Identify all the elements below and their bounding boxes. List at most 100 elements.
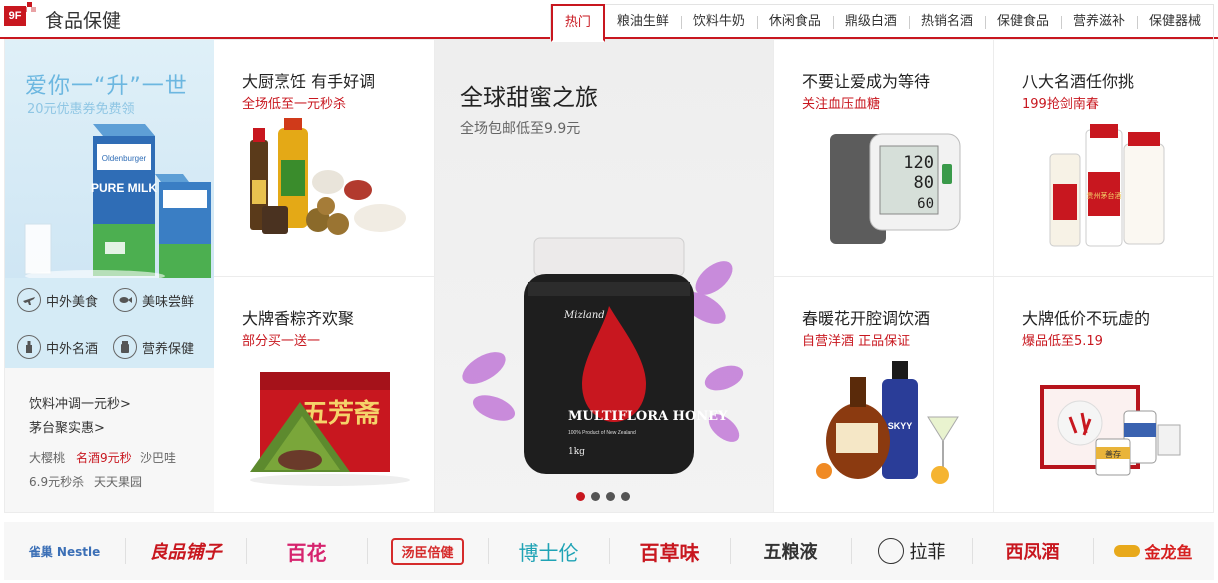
brand-logo-text: 金龙鱼 [1144,543,1193,562]
carousel-dot[interactable] [576,492,585,501]
floor-decoration-icon [22,2,36,16]
brand-by-health[interactable]: 汤臣倍健 [367,522,488,580]
baijiu-bottles-image: 贵州茅台酒 [1049,124,1165,247]
banner-title: 爱你一“升”一世 [25,74,188,99]
sidebar-link-foreign-food[interactable]: 中外美食 [17,288,98,312]
zongzi-gift-box-image: 五芳斋 [250,372,410,486]
cooking-products-image [250,118,406,235]
honey-brand-text: Mizland [563,310,605,321]
cell-subtitle: 关注血压血糖 [802,97,881,112]
brand-wuliangye[interactable]: 五粮液 [730,522,851,580]
liquor-bottles-image: SKYY [816,361,959,484]
sidebar-link-fresh-taste[interactable]: 美味尝鲜 [113,288,194,312]
tab-nutrition[interactable]: 营养滋补 [1060,5,1137,39]
lafite-crest-icon [877,538,904,564]
promo-cell-zongzi[interactable]: 大牌香粽齐欢聚 部分买一送一 五芳斋 [214,277,434,512]
grid-divider [214,276,434,277]
systolic-reading: 120 [903,153,934,173]
cell-title: 大厨烹饪 有手好调 [242,72,376,91]
carousel-title: 全球甜蜜之旅 [460,85,598,111]
brand-logo-text: 拉菲 [909,542,946,563]
tab-snacks[interactable]: 休闲食品 [756,5,833,39]
blood-pressure-monitor-image: 120 80 60 [830,133,961,244]
brand-bausch-lomb[interactable]: 博士伦 [488,522,609,580]
brand-logo-text: 百草味 [639,540,700,565]
tab-health-devices[interactable]: 保健器械 [1136,5,1213,39]
floor-header: 9F 食品保健 热门 粮油生鲜 饮料牛奶 休闲食品 鼎级白酒 热销名酒 保健食品… [0,0,1218,42]
carousel-dot[interactable] [591,492,600,501]
sidebar-link-label: 美味尝鲜 [142,294,195,310]
brand-logo-text: 百花 [286,540,327,565]
brand-logo-text: 雀巢 Nestle [28,544,101,559]
supplements-image: 善存 [1040,385,1181,476]
honey-carousel[interactable]: 全球甜蜜之旅 全场包邮低至9.9元 Mizland MULTIFLORA HON… [434,40,773,512]
grid-divider [774,276,1213,277]
cell-subtitle: 自营洋酒 正品保证 [802,334,911,349]
liquor-label-text: SKYY [888,421,913,431]
brand-baicaowei[interactable]: 百草味 [609,522,730,580]
dragon-icon [1114,545,1141,557]
tab-drinks-milk[interactable]: 饮料牛奶 [680,5,757,39]
grid-divider [434,40,435,512]
floor-content: 爱你一“升”一世 20元优惠券免费领 Oldenburger PURE MILK [4,39,1214,513]
tab-health-food[interactable]: 保健食品 [984,5,1061,39]
cell-title: 大牌低价不玩虚的 [1022,309,1151,328]
brand-bestore[interactable]: 良品铺子 [125,522,246,580]
brand-jinlongyu[interactable]: 金龙鱼 [1093,522,1214,580]
sidebar-link-nutrition[interactable]: 营养保健 [113,335,194,359]
tag-cherry[interactable]: 大樱桃 [29,449,65,466]
brand-logo-text: 西凤酒 [1005,542,1060,563]
honey-origin-text: 100% Product of New Zealand [568,430,636,436]
tab-hot[interactable]: 热门 [550,4,605,42]
tab-grain-fresh[interactable]: 粮油生鲜 [605,5,681,39]
sidebar-link-label: 中外名酒 [46,341,99,357]
promo-cell-blood-pressure[interactable]: 不要让爱成为等待 关注血压血糖 120 80 60 [774,40,993,276]
milk-brand-text: Oldenburger [102,154,147,163]
promo-link-drinks[interactable]: 饮料冲调一元秒> [29,393,131,412]
sidebar-link-label: 营养保健 [142,341,195,357]
brand-logo-text: 博士伦 [518,540,579,565]
bottle-icon [17,335,41,359]
tab-premium-baijiu[interactable]: 鼎级白酒 [832,5,909,39]
milk-cartons-image: Oldenburger PURE MILK [24,124,211,278]
floor-tabs: 热门 粮油生鲜 饮料牛奶 休闲食品 鼎级白酒 热销名酒 保健食品 营养滋补 保健… [549,4,1214,42]
tag-flash-sale[interactable]: 6.9元秒杀 [29,473,84,490]
floor-sidebar: 爱你一“升”一世 20元优惠券免费领 Oldenburger PURE MILK [5,40,214,512]
diastolic-reading: 80 [914,173,934,193]
cell-title: 不要让爱成为等待 [802,72,931,91]
tag-shabawa[interactable]: 沙巴哇 [140,449,176,466]
tag-fruit-garden[interactable]: 天天果园 [94,473,142,490]
milk-product-text: PURE MILK [91,181,157,195]
tag-liquor-sale[interactable]: 名酒9元秒 [76,449,132,466]
brand-lafite[interactable]: 拉菲 [851,522,972,580]
brand-logo-text: 良品铺子 [149,542,222,563]
promo-cell-baijiu[interactable]: 八大名酒任你挑 199抢剑南春 贵州茅台酒 [994,40,1213,276]
cell-title: 春暖花开腔调饮酒 [802,309,931,328]
carousel-dot[interactable] [621,492,630,501]
sidebar-link-foreign-liquor[interactable]: 中外名酒 [17,335,98,359]
carousel-subtitle: 全场包邮低至9.9元 [460,121,581,137]
milk-promo-banner[interactable]: 爱你一“升”一世 20元优惠券免费领 Oldenburger PURE MILK [5,40,214,278]
brand-baihua[interactable]: 百花 [246,522,367,580]
cell-subtitle: 部分买一送一 [242,334,321,349]
fish-icon [113,288,137,312]
honey-weight-text: 1kg [568,447,585,457]
honey-jar-image: Mizland MULTIFLORA HONEY 100% Product of… [462,237,744,474]
brand-logo-text: 五粮液 [763,542,818,563]
promo-link-maotai[interactable]: 茅台聚实惠> [29,417,105,436]
sidebar-link-label: 中外美食 [46,294,99,310]
cell-title: 大牌香粽齐欢聚 [242,309,355,328]
cell-subtitle: 爆品低至5.19 [1022,334,1103,349]
brand-nestle[interactable]: 雀巢 Nestle [4,522,125,580]
brand-xifeng[interactable]: 西凤酒 [972,522,1093,580]
brand-logo-text: 汤臣倍健 [391,537,464,565]
pulse-reading: 60 [917,196,934,212]
promo-cell-cooking[interactable]: 大厨烹饪 有手好调 全场低至一元秒杀 [214,40,434,276]
promo-cell-wine[interactable]: 春暖花开腔调饮酒 自营洋酒 正品保证 SKYY [774,277,993,512]
sidebar-category-links: 中外美食 美味尝鲜 中外名酒 营养保健 [5,278,214,368]
promo-cell-big-brand[interactable]: 大牌低价不玩虚的 爆品低至5.19 善存 [994,277,1213,512]
carousel-dot[interactable] [606,492,615,501]
baijiu-label-text: 贵州茅台酒 [1087,191,1122,200]
tab-best-selling-liquor[interactable]: 热销名酒 [908,5,985,39]
brand-logo-bar: 雀巢 Nestle 良品铺子 百花 汤臣倍健 博士伦 百草味 五粮液 拉菲 西凤… [4,522,1214,580]
